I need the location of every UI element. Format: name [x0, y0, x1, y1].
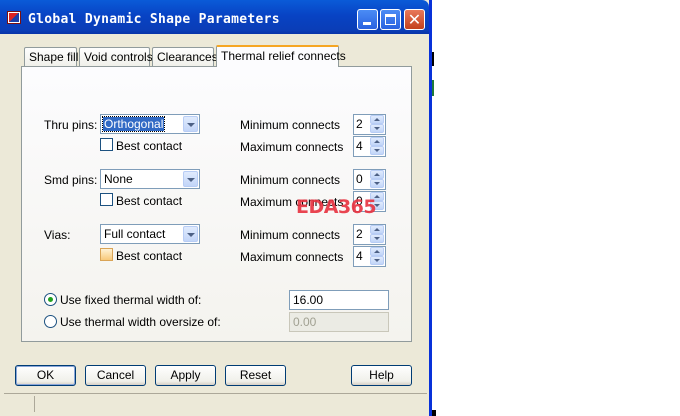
- vias-best-contact-checkbox[interactable]: [100, 248, 113, 261]
- maximize-button[interactable]: [380, 9, 401, 30]
- tab-void-controls[interactable]: Void controls: [79, 47, 153, 66]
- desktop-background-bar: [432, 52, 434, 66]
- smd-pins-min-value: 0: [356, 172, 363, 186]
- smd-pins-select[interactable]: None: [100, 169, 200, 189]
- cancel-button[interactable]: Cancel: [85, 365, 146, 386]
- status-bar: [4, 393, 427, 413]
- minimize-button[interactable]: [357, 9, 378, 30]
- fixed-thermal-width-value: 16.00: [293, 293, 324, 307]
- tab-clearances[interactable]: Clearances: [152, 47, 218, 66]
- status-bar-divider: [34, 396, 35, 412]
- thru-pins-value: Orthogonal: [101, 116, 166, 132]
- spin-down-icon[interactable]: [370, 256, 384, 265]
- vias-best-contact-label: Best contact: [116, 249, 183, 263]
- watermark: EDA365: [296, 196, 377, 218]
- thru-pins-min-value: 2: [356, 117, 363, 131]
- smd-pins-min-label: Minimum connects: [240, 173, 341, 187]
- smd-pins-min-spinner[interactable]: 0: [353, 169, 386, 190]
- thru-pins-max-value: 4: [356, 139, 363, 153]
- vias-max-value: 4: [356, 249, 363, 263]
- spin-up-icon[interactable]: [370, 137, 384, 146]
- dialog-window: Global Dynamic Shape Parameters ✕ Shape …: [0, 0, 432, 416]
- vias-min-label: Minimum connects: [240, 228, 341, 242]
- chevron-down-icon[interactable]: [183, 116, 198, 132]
- smd-pins-best-contact-checkbox[interactable]: [100, 193, 113, 206]
- spin-down-icon[interactable]: [370, 146, 384, 155]
- thru-pins-select[interactable]: Orthogonal: [100, 114, 200, 134]
- smd-pins-best-contact-label: Best contact: [116, 194, 183, 208]
- thermal-width-oversize-radio[interactable]: [44, 315, 57, 328]
- spin-down-icon[interactable]: [370, 179, 384, 188]
- vias-min-value: 2: [356, 227, 363, 241]
- spin-up-icon[interactable]: [370, 225, 384, 234]
- thru-pins-min-label: Minimum connects: [240, 118, 341, 132]
- vias-max-spinner[interactable]: 4: [353, 246, 386, 267]
- spin-down-icon[interactable]: [370, 234, 384, 243]
- maximize-icon: [385, 14, 396, 25]
- fixed-thermal-width-label: Use fixed thermal width of:: [60, 293, 202, 307]
- vias-label: Vias:: [44, 228, 71, 242]
- close-button[interactable]: ✕: [404, 9, 425, 30]
- apply-button[interactable]: Apply: [155, 365, 216, 386]
- chevron-down-icon[interactable]: [183, 226, 198, 242]
- thru-pins-max-spinner[interactable]: 4: [353, 136, 386, 157]
- minimize-icon: [363, 22, 371, 25]
- thru-pins-best-contact-checkbox[interactable]: [100, 138, 113, 151]
- spin-up-icon[interactable]: [370, 115, 384, 124]
- vias-value: Full contact: [104, 227, 166, 241]
- app-icon[interactable]: [7, 11, 21, 24]
- thru-pins-max-label: Maximum connects: [240, 140, 344, 154]
- thermal-width-oversize-label: Use thermal width oversize of:: [60, 315, 221, 329]
- ok-button[interactable]: OK: [15, 365, 76, 386]
- chevron-down-icon[interactable]: [183, 171, 198, 187]
- window-title: Global Dynamic Shape Parameters: [28, 12, 280, 27]
- title-bar[interactable]: Global Dynamic Shape Parameters ✕: [0, 0, 429, 34]
- close-icon: ✕: [407, 10, 422, 29]
- smd-pins-label: Smd pins:: [44, 173, 98, 187]
- thru-pins-best-contact-label: Best contact: [116, 139, 183, 153]
- thermal-width-oversize-input[interactable]: 0.00: [289, 312, 389, 332]
- fixed-thermal-width-radio[interactable]: [44, 293, 57, 306]
- tab-thermal-relief-connects[interactable]: Thermal relief connects: [216, 45, 346, 67]
- thru-pins-label: Thru pins:: [44, 118, 98, 132]
- spin-down-icon[interactable]: [370, 124, 384, 133]
- vias-max-label: Maximum connects: [240, 250, 344, 264]
- thermal-width-oversize-value: 0.00: [293, 315, 317, 329]
- fixed-thermal-width-input[interactable]: 16.00: [289, 290, 389, 310]
- tab-shape-fill[interactable]: Shape fill: [24, 47, 78, 66]
- vias-min-spinner[interactable]: 2: [353, 224, 386, 245]
- spin-up-icon[interactable]: [370, 170, 384, 179]
- help-button[interactable]: Help: [351, 365, 412, 386]
- smd-pins-value: None: [104, 172, 133, 186]
- vias-select[interactable]: Full contact: [100, 224, 200, 244]
- reset-button[interactable]: Reset: [225, 365, 286, 386]
- thru-pins-min-spinner[interactable]: 2: [353, 114, 386, 135]
- spin-up-icon[interactable]: [370, 247, 384, 256]
